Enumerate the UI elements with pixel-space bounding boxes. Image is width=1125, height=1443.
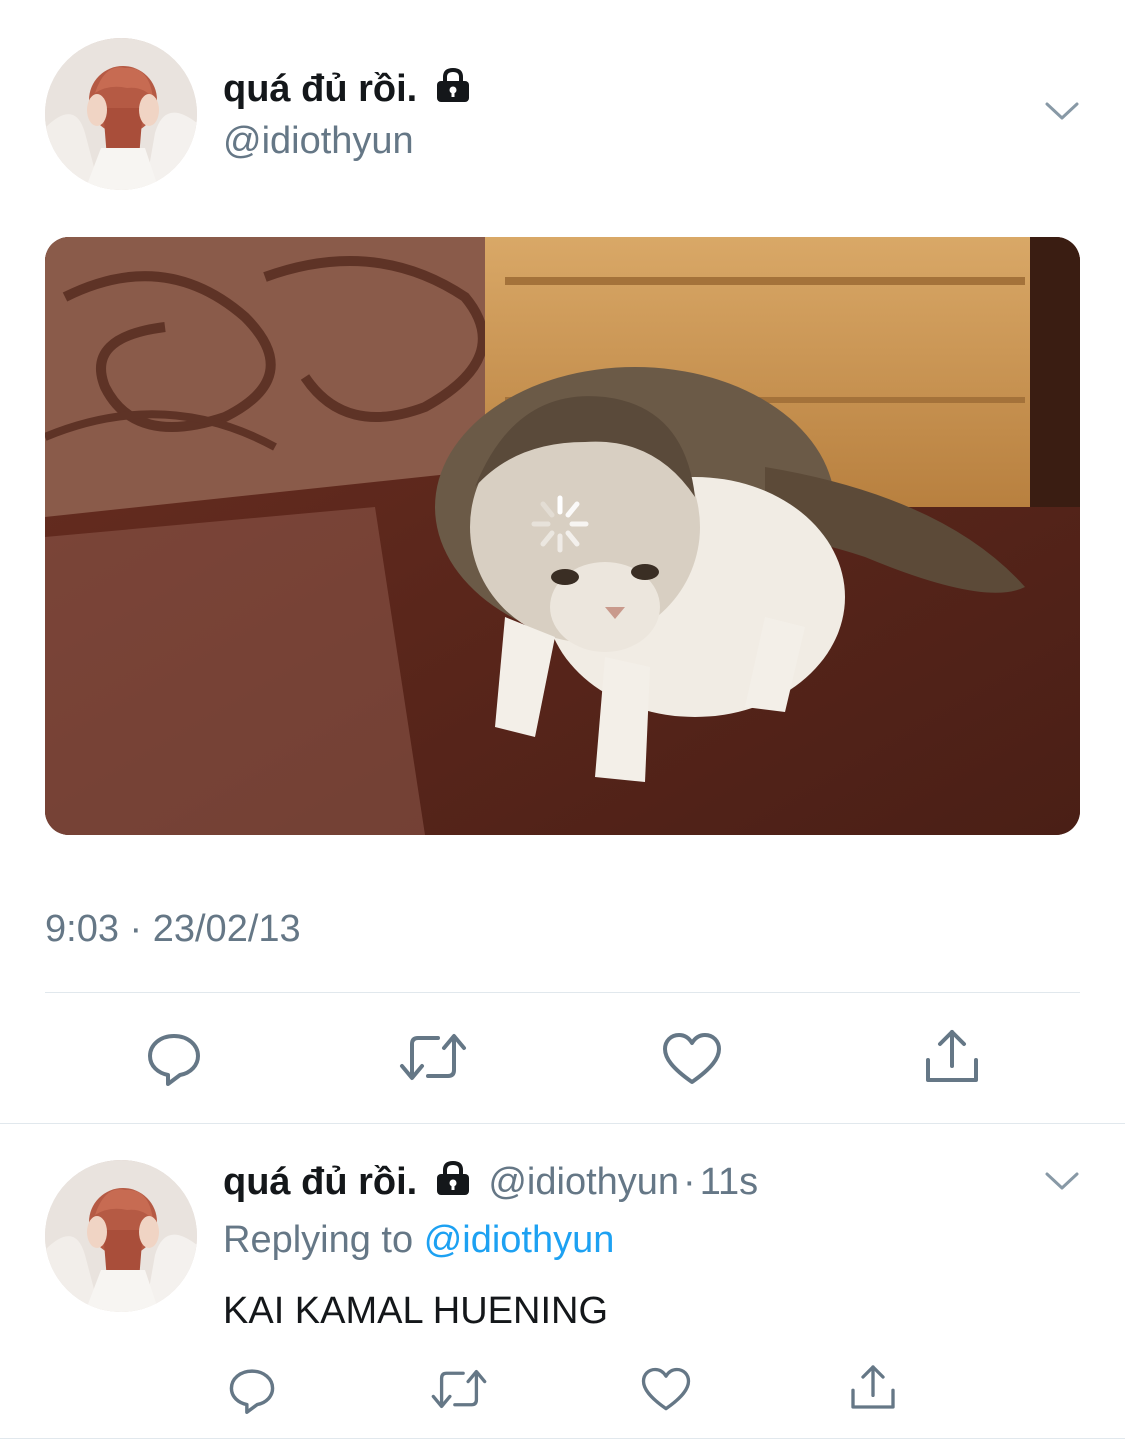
replying-to-handle[interactable]: @idiothyun — [424, 1219, 615, 1261]
share-icon — [848, 1362, 898, 1412]
reply-handle[interactable]: @idiothyun — [488, 1161, 679, 1203]
display-name[interactable]: quá đủ rồi. — [223, 66, 472, 114]
reply-display-name[interactable]: quá đủ rồi. — [223, 1161, 417, 1203]
like-icon — [641, 1367, 691, 1412]
lock-icon — [434, 67, 472, 114]
replying-to-label: Replying to — [223, 1219, 414, 1261]
reply-age[interactable]: 11s — [700, 1161, 758, 1203]
lock-icon — [434, 1160, 472, 1207]
chevron-down-icon[interactable] — [1044, 98, 1080, 124]
share-icon — [922, 1026, 982, 1086]
retweet-icon — [398, 1032, 468, 1082]
share-button[interactable] — [922, 1026, 982, 1086]
reply-icon — [146, 1030, 202, 1086]
chevron-down-icon[interactable] — [1044, 1168, 1080, 1194]
handle[interactable]: @idiothyun — [223, 118, 414, 164]
reply-avatar[interactable] — [45, 1160, 197, 1312]
reply-icon — [228, 1366, 276, 1414]
reply-button[interactable] — [146, 1030, 202, 1086]
divider — [0, 1123, 1125, 1124]
reply-text: KAI KAMAL HUENING — [223, 1290, 609, 1332]
like-button[interactable] — [662, 1032, 722, 1086]
display-name-text[interactable]: quá đủ rồi. — [223, 68, 417, 110]
divider — [0, 1438, 1125, 1439]
reply-reply-button[interactable] — [228, 1366, 276, 1414]
retweet-icon — [430, 1368, 488, 1410]
reply-header: quá đủ rồi. @idiothyun · 11s — [223, 1159, 758, 1207]
like-icon — [662, 1032, 722, 1086]
retweet-button[interactable] — [398, 1032, 468, 1082]
reply-share-button[interactable] — [848, 1362, 898, 1412]
reply-like-button[interactable] — [641, 1367, 691, 1412]
reply-retweet-button[interactable] — [430, 1368, 488, 1410]
tweet-timestamp[interactable]: 9:03 · 23/02/13 — [45, 906, 301, 952]
avatar[interactable] — [45, 38, 197, 190]
reply-separator: · — [683, 1161, 696, 1203]
divider — [45, 992, 1080, 993]
tweet-image[interactable] — [45, 237, 1080, 835]
replying-to: Replying to @idiothyun — [223, 1217, 614, 1263]
